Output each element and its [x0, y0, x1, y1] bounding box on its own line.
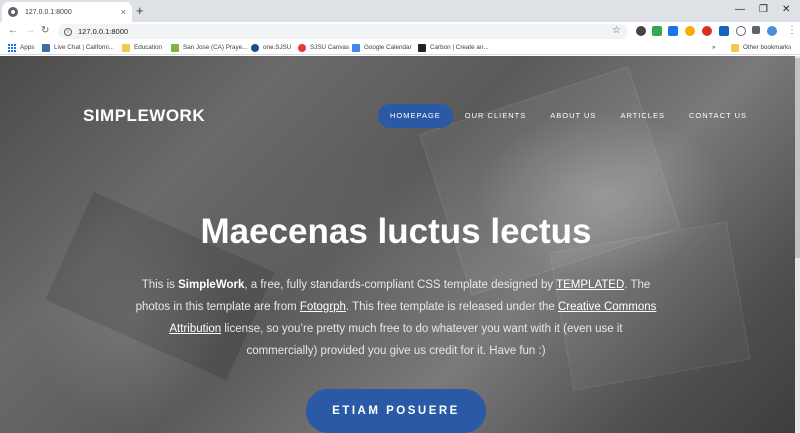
close-tab-button[interactable]: × — [121, 7, 126, 17]
text-segment: . This free template is released under t… — [345, 301, 558, 313]
bookmark-more[interactable]: » — [712, 42, 716, 53]
bookmark-prayer[interactable]: San Jose (CA) Praye... — [171, 42, 247, 53]
info-icon[interactable]: i — [64, 27, 72, 36]
main-nav: HOMEPAGE OUR CLIENTS ABOUT US ARTICLES C… — [378, 104, 759, 128]
extension-icon[interactable] — [685, 26, 695, 36]
bookmark-label: Carbon | Create an... — [430, 44, 489, 51]
prayer-icon — [171, 43, 179, 52]
reload-button[interactable]: ↻ — [41, 22, 49, 40]
nav-about-us[interactable]: ABOUT US — [538, 104, 608, 128]
bookmark-label: Apps — [20, 44, 35, 51]
bookmarks-bar: Apps Live Chat | Californi... Education … — [0, 40, 800, 55]
browser-toolbar: ← → ↻ i 127.0.0.1:8000 ☆ ⋮ — [0, 22, 800, 40]
bookmark-label: Live Chat | Californi... — [54, 44, 115, 51]
etiam-posuere-button[interactable]: ETIAM POSUERE — [306, 389, 486, 433]
bookmark-calendar[interactable]: Google Calendar — [352, 42, 412, 53]
scrollbar-thumb[interactable] — [795, 58, 800, 258]
extension-icon[interactable] — [736, 26, 746, 36]
tab-strip: 127.0.0.1:8000 × + — ❐ ✕ — [0, 0, 800, 22]
hero-section: SIMPLEWORK HOMEPAGE OUR CLIENTS ABOUT US… — [0, 56, 800, 433]
bookmark-apps[interactable]: Apps — [8, 42, 34, 53]
bookmark-carbon[interactable]: Carbon | Create an... — [418, 42, 489, 53]
tab-title: 127.0.0.1:8000 — [25, 8, 72, 16]
brand-name: SimpleWork — [178, 279, 245, 291]
bookmark-label: San Jose (CA) Praye... — [183, 44, 248, 51]
puzzle-icon[interactable] — [752, 26, 760, 34]
templated-link[interactable]: TEMPLATED — [556, 279, 624, 291]
extension-icon[interactable] — [652, 26, 662, 36]
bookmark-one-sjsu[interactable]: one.SJSU — [251, 42, 291, 53]
extension-icon[interactable] — [636, 26, 646, 36]
hero-title: Maecenas luctus lectus — [200, 212, 592, 251]
chevron-right-icon: » — [712, 44, 716, 51]
back-button[interactable]: ← — [8, 22, 18, 40]
site-logo[interactable]: SIMPLEWORK — [83, 106, 205, 126]
menu-icon[interactable]: ⋮ — [787, 25, 797, 37]
apps-icon — [8, 43, 16, 52]
nav-homepage[interactable]: HOMEPAGE — [378, 104, 453, 128]
star-icon[interactable]: ☆ — [612, 25, 621, 36]
scrollbar-track[interactable] — [795, 56, 800, 433]
text-segment: license, so you’re pretty much free to d… — [221, 323, 623, 357]
bookmark-label: Education — [134, 44, 163, 51]
avatar[interactable] — [767, 26, 777, 36]
bookmark-live-chat[interactable]: Live Chat | Californi... — [42, 42, 114, 53]
carbon-icon — [418, 43, 426, 52]
minimize-button[interactable]: — — [735, 3, 745, 17]
text-segment: This is — [141, 279, 179, 291]
extension-icon[interactable] — [702, 26, 712, 36]
forward-button[interactable]: → — [25, 22, 35, 40]
address-bar[interactable]: i 127.0.0.1:8000 ☆ — [58, 24, 628, 39]
calendar-icon — [352, 43, 360, 52]
chat-icon — [42, 43, 50, 52]
bookmark-label: Other bookmarks — [743, 44, 792, 51]
bookmark-education[interactable]: Education — [122, 42, 162, 53]
nav-articles[interactable]: ARTICLES — [608, 104, 677, 128]
browser-tab[interactable]: 127.0.0.1:8000 × — [2, 2, 132, 22]
fotogrph-link[interactable]: Fotogrph — [300, 301, 346, 313]
nav-our-clients[interactable]: OUR CLIENTS — [453, 104, 538, 128]
close-window-button[interactable]: ✕ — [782, 3, 790, 17]
folder-icon — [122, 43, 130, 52]
new-tab-button[interactable]: + — [136, 4, 144, 18]
bookmark-label: Google Calendar — [364, 44, 412, 51]
sjsu-icon — [251, 43, 259, 52]
extension-icon[interactable] — [719, 26, 729, 36]
hero-description: This is SimpleWork, a free, fully standa… — [134, 274, 658, 362]
bookmark-canvas[interactable]: SJSU Canvas — [298, 42, 349, 53]
nav-contact-us[interactable]: CONTACT US — [677, 104, 759, 128]
globe-icon — [8, 7, 18, 17]
bookmark-label: one.SJSU — [263, 44, 292, 51]
folder-icon — [731, 43, 739, 52]
text-segment: , a free, fully standards-compliant CSS … — [244, 279, 557, 291]
canvas-icon — [298, 43, 306, 52]
url-text[interactable]: 127.0.0.1:8000 — [78, 27, 128, 36]
other-bookmarks[interactable]: Other bookmarks — [731, 42, 791, 53]
extension-icon[interactable] — [668, 26, 678, 36]
bookmark-label: SJSU Canvas — [310, 44, 350, 51]
maximize-button[interactable]: ❐ — [759, 3, 768, 17]
